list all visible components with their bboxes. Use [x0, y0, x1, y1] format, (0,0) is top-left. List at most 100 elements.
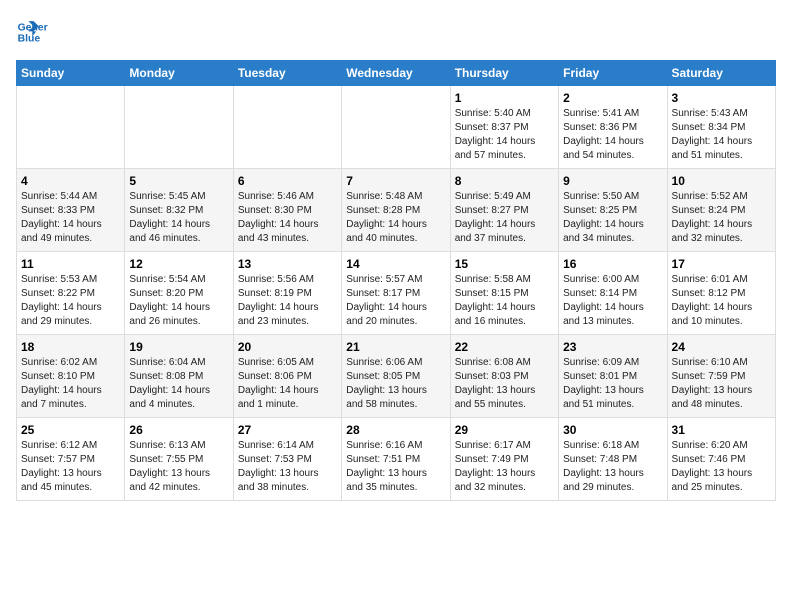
calendar-cell: 20Sunrise: 6:05 AM Sunset: 8:06 PM Dayli…: [233, 335, 341, 418]
day-number: 2: [563, 91, 662, 105]
day-info: Sunrise: 6:09 AM Sunset: 8:01 PM Dayligh…: [563, 356, 662, 412]
day-number: 10: [672, 174, 771, 188]
calendar-cell: [342, 86, 450, 169]
weekday-header: Saturday: [667, 61, 775, 86]
day-number: 9: [563, 174, 662, 188]
day-number: 20: [238, 340, 337, 354]
calendar-cell: 22 Sunrise: 6:08 AM Sunset: 8:03 PM Dayli…: [450, 335, 558, 418]
weekday-header: Monday: [125, 61, 233, 86]
day-number: 21: [346, 340, 445, 354]
day-number: 22: [455, 340, 554, 354]
day-number: 7: [346, 174, 445, 188]
day-info: Sunrise: 5:50 AM Sunset: 8:25 PM Dayligh…: [563, 190, 662, 246]
calendar-cell: 10 Sunrise: 5:52 AM Sunset: 8:24 PM Dayli…: [667, 169, 775, 252]
day-number: 30: [563, 423, 662, 437]
day-number: 11: [21, 257, 120, 271]
day-number: 25: [21, 423, 120, 437]
day-number: 5: [129, 174, 228, 188]
calendar-cell: [233, 86, 341, 169]
weekday-header: Friday: [559, 61, 667, 86]
day-number: 15: [455, 257, 554, 271]
day-info: Sunrise: 5:58 AM Sunset: 8:15 PM Dayligh…: [455, 273, 554, 329]
day-number: 28: [346, 423, 445, 437]
day-info: Sunrise: 6:14 AM Sunset: 7:53 PM Dayligh…: [238, 439, 337, 495]
calendar-cell: 17 Sunrise: 6:01 AM Sunset: 8:12 PM Dayli…: [667, 252, 775, 335]
day-number: 17: [672, 257, 771, 271]
day-info: Sunrise: 5:49 AM Sunset: 8:27 PM Dayligh…: [455, 190, 554, 246]
calendar-cell: 6 Sunrise: 5:46 AM Sunset: 8:30 PM Daylig…: [233, 169, 341, 252]
day-number: 23: [563, 340, 662, 354]
calendar-cell: 23 Sunrise: 6:09 AM Sunset: 8:01 PM Dayli…: [559, 335, 667, 418]
day-number: 13: [238, 257, 337, 271]
day-info: Sunrise: 5:52 AM Sunset: 8:24 PM Dayligh…: [672, 190, 771, 246]
day-info: Sunrise: 6:12 AM Sunset: 7:57 PM Dayligh…: [21, 439, 120, 495]
calendar-cell: 29 Sunrise: 6:17 AM Sunset: 7:49 PM Dayli…: [450, 418, 558, 501]
calendar-cell: [17, 86, 125, 169]
day-info: Sunrise: 6:16 AM Sunset: 7:51 PM Dayligh…: [346, 439, 445, 495]
weekday-header: Wednesday: [342, 61, 450, 86]
logo-icon: General Blue: [16, 16, 48, 48]
day-number: 6: [238, 174, 337, 188]
day-number: 4: [21, 174, 120, 188]
day-info: Sunrise: 6:01 AM Sunset: 8:12 PM Dayligh…: [672, 273, 771, 329]
day-number: 24: [672, 340, 771, 354]
calendar-cell: 4 Sunrise: 5:44 AM Sunset: 8:33 PM Daylig…: [17, 169, 125, 252]
calendar-cell: 25 Sunrise: 6:12 AM Sunset: 7:57 PM Dayli…: [17, 418, 125, 501]
page-header: General Blue: [16, 16, 776, 48]
calendar-cell: 27 Sunrise: 6:14 AM Sunset: 7:53 PM Dayli…: [233, 418, 341, 501]
calendar-cell: 13 Sunrise: 5:56 AM Sunset: 8:19 PM Dayli…: [233, 252, 341, 335]
calendar-cell: 19Sunrise: 6:04 AM Sunset: 8:08 PM Dayli…: [125, 335, 233, 418]
calendar-cell: 26 Sunrise: 6:13 AM Sunset: 7:55 PM Dayli…: [125, 418, 233, 501]
calendar-cell: 9 Sunrise: 5:50 AM Sunset: 8:25 PM Daylig…: [559, 169, 667, 252]
day-info: Sunrise: 5:43 AM Sunset: 8:34 PM Dayligh…: [672, 107, 771, 163]
day-info: Sunrise: 5:53 AM Sunset: 8:22 PM Dayligh…: [21, 273, 120, 329]
day-number: 29: [455, 423, 554, 437]
day-number: 12: [129, 257, 228, 271]
day-info: Sunrise: 6:08 AM Sunset: 8:03 PM Dayligh…: [455, 356, 554, 412]
calendar-cell: 28 Sunrise: 6:16 AM Sunset: 7:51 PM Dayli…: [342, 418, 450, 501]
day-number: 26: [129, 423, 228, 437]
calendar-cell: 11 Sunrise: 5:53 AM Sunset: 8:22 PM Dayli…: [17, 252, 125, 335]
calendar-cell: [125, 86, 233, 169]
day-number: 19: [129, 340, 228, 354]
day-info: Sunrise: 5:40 AM Sunset: 8:37 PM Dayligh…: [455, 107, 554, 163]
day-number: 16: [563, 257, 662, 271]
calendar-cell: 21 Sunrise: 6:06 AM Sunset: 8:05 PM Dayli…: [342, 335, 450, 418]
calendar-cell: 14 Sunrise: 5:57 AM Sunset: 8:17 PM Dayli…: [342, 252, 450, 335]
calendar-cell: 16Sunrise: 6:00 AM Sunset: 8:14 PM Dayli…: [559, 252, 667, 335]
day-number: 8: [455, 174, 554, 188]
day-info: Sunrise: 6:06 AM Sunset: 8:05 PM Dayligh…: [346, 356, 445, 412]
day-info: Sunrise: 5:48 AM Sunset: 8:28 PM Dayligh…: [346, 190, 445, 246]
calendar-body: 1 Sunrise: 5:40 AM Sunset: 8:37 PM Daylig…: [17, 86, 776, 501]
day-info: Sunrise: 5:46 AM Sunset: 8:30 PM Dayligh…: [238, 190, 337, 246]
calendar-header: SundayMondayTuesdayWednesdayThursdayFrid…: [17, 61, 776, 86]
day-number: 31: [672, 423, 771, 437]
day-info: Sunrise: 6:10 AM Sunset: 7:59 PM Dayligh…: [672, 356, 771, 412]
day-number: 27: [238, 423, 337, 437]
calendar-cell: 15 Sunrise: 5:58 AM Sunset: 8:15 PM Dayli…: [450, 252, 558, 335]
day-info: Sunrise: 6:02 AM Sunset: 8:10 PM Dayligh…: [21, 356, 120, 412]
logo: General Blue: [16, 16, 52, 48]
day-info: Sunrise: 6:17 AM Sunset: 7:49 PM Dayligh…: [455, 439, 554, 495]
weekday-header: Sunday: [17, 61, 125, 86]
day-info: Sunrise: 6:18 AM Sunset: 7:48 PM Dayligh…: [563, 439, 662, 495]
calendar-cell: 1 Sunrise: 5:40 AM Sunset: 8:37 PM Daylig…: [450, 86, 558, 169]
calendar-cell: 3 Sunrise: 5:43 AM Sunset: 8:34 PM Daylig…: [667, 86, 775, 169]
day-info: Sunrise: 5:57 AM Sunset: 8:17 PM Dayligh…: [346, 273, 445, 329]
calendar-cell: 8 Sunrise: 5:49 AM Sunset: 8:27 PM Daylig…: [450, 169, 558, 252]
day-number: 14: [346, 257, 445, 271]
day-number: 1: [455, 91, 554, 105]
day-info: Sunrise: 5:56 AM Sunset: 8:19 PM Dayligh…: [238, 273, 337, 329]
calendar-cell: 7 Sunrise: 5:48 AM Sunset: 8:28 PM Daylig…: [342, 169, 450, 252]
day-number: 18: [21, 340, 120, 354]
day-info: Sunrise: 6:13 AM Sunset: 7:55 PM Dayligh…: [129, 439, 228, 495]
day-info: Sunrise: 6:20 AM Sunset: 7:46 PM Dayligh…: [672, 439, 771, 495]
calendar-cell: 24 Sunrise: 6:10 AM Sunset: 7:59 PM Dayli…: [667, 335, 775, 418]
day-number: 3: [672, 91, 771, 105]
day-info: Sunrise: 5:44 AM Sunset: 8:33 PM Dayligh…: [21, 190, 120, 246]
day-info: Sunrise: 5:54 AM Sunset: 8:20 PM Dayligh…: [129, 273, 228, 329]
calendar-cell: 12 Sunrise: 5:54 AM Sunset: 8:20 PM Dayli…: [125, 252, 233, 335]
calendar-cell: 18 Sunrise: 6:02 AM Sunset: 8:10 PM Dayli…: [17, 335, 125, 418]
calendar-table: SundayMondayTuesdayWednesdayThursdayFrid…: [16, 60, 776, 501]
calendar-cell: 30 Sunrise: 6:18 AM Sunset: 7:48 PM Dayli…: [559, 418, 667, 501]
